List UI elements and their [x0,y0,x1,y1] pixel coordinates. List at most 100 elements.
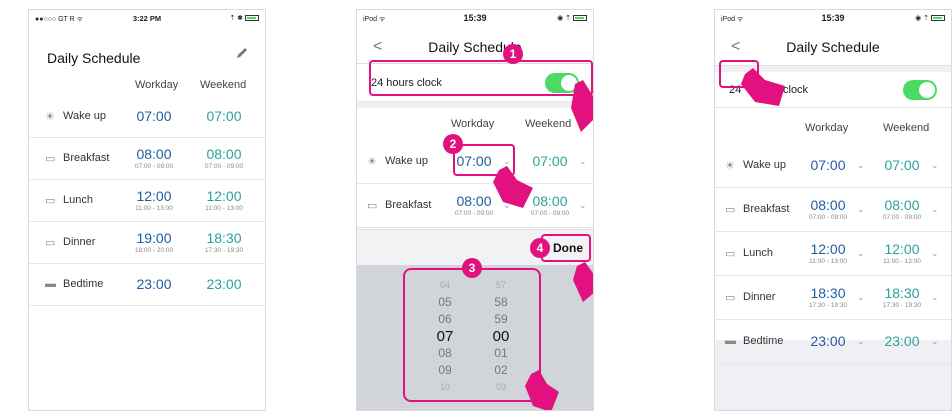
workday-time[interactable]: 07:00 [121,108,187,124]
battery-icon [245,15,259,22]
highlight-toggle-row [369,60,593,96]
workday-time[interactable]: 08:00 07:00 - 09:00 [121,146,187,170]
weekend-time-value: 07:00 [532,153,568,169]
workday-time-value: 12:00 [810,241,846,257]
chevron-down-icon: ⌄ [857,292,865,302]
weekend-time[interactable]: 08:00 07:00 - 09:00 [869,197,935,221]
workday-time[interactable]: 12:00 11:00 - 13:00 [795,241,861,265]
row-label: Breakfast [63,152,110,164]
chevron-down-icon: ⌄ [857,204,865,214]
row-label: Wake up [63,110,107,122]
weekend-time[interactable]: 18:30 17:30 - 19:30 [191,230,257,254]
meal-icon: ▭ [725,248,736,260]
schedule-row: ☀ Wake up 07:00 07:00 [29,96,265,138]
row-label: Lunch [63,194,93,206]
row-label: Bedtime [743,335,784,347]
workday-time-value: 19:00 [136,230,172,246]
row-label: Wake up [385,155,429,167]
phone-screen-3: iPod ᯤ 15:39 ◉ ⇡ < Daily Schedule 24 clo… [714,9,952,411]
meal-icon: ▭ [367,200,378,212]
step-badge-1: 1 [503,44,523,64]
meal-icon: ▭ [45,237,56,249]
workday-time[interactable]: 23:00 [121,276,187,292]
chevron-down-icon: ⌄ [931,160,939,170]
weekend-time[interactable]: 12:00 11:00 - 13:00 [869,241,935,265]
workday-time[interactable]: 18:30 17:30 - 19:30 [795,285,861,309]
workday-time-range: 07:00 - 09:00 [134,163,174,170]
workday-time-range: 07:00 - 09:00 [454,210,494,217]
pencil-icon[interactable] [235,46,249,60]
meal-icon: ☀ [725,160,735,172]
meal-icon: ▭ [45,153,56,165]
weekend-time-value: 18:30 [884,285,920,301]
schedule-row: ▭ Dinner 19:00 18:00 - 20:00 18:30 17:30 - 19… [29,222,265,264]
workday-time-range: 18:00 - 20:00 [134,247,174,254]
weekend-time[interactable]: 12:00 11:00 - 13:00 [191,188,257,212]
workday-time[interactable]: 19:00 18:00 - 20:00 [121,230,187,254]
column-header-workday: Workday [135,79,179,91]
chevron-down-icon: ⌄ [931,204,939,214]
row-label: Dinner [63,236,96,248]
meal-icon: ▬ [725,335,736,347]
row-label: Bedtime [63,278,104,290]
step-badge-4: 4 [530,238,550,258]
phone-screen-2: iPod ᯤ 15:39 ◉ ⇡ < Daily Schedule 24 hou… [356,9,594,411]
weekend-time[interactable]: 23:00 [869,333,935,349]
workday-time[interactable]: 07:00 [795,157,861,173]
workday-time-value: 08:00 [136,146,172,162]
tap-hand-icon [573,262,593,302]
workday-time-range: 07:00 - 09:00 [808,214,848,221]
row-label: Breakfast [385,199,432,211]
meal-icon: ☀ [367,156,377,168]
workday-time[interactable]: 08:00 07:00 - 09:00 [795,197,861,221]
row-label: Dinner [743,291,776,303]
status-right: ⇡ ✱ [229,14,259,22]
weekend-time[interactable]: 07:00 [191,108,257,124]
workday-time-range: 11:00 - 13:00 [135,205,173,212]
workday-time-value: 12:00 [136,188,172,204]
chevron-down-icon: ⌄ [579,200,587,210]
status-bar: iPod ᯤ 15:39 ◉ ⇡ [357,10,593,26]
column-header-weekend: Weekend [200,79,247,91]
workday-time-value: 08:00 [456,193,492,209]
schedule-row: ▭ Breakfast 08:00 07:00 - 09:00 08:00 07:00 -… [29,138,265,180]
workday-time-range: 17:30 - 19:30 [808,302,848,309]
chevron-down-icon: ⌄ [857,248,865,258]
tap-hand-icon [741,68,785,106]
schedule-card: Workday Weekend ☀ Wake up 07:00 ⌄ 07:00 ⌄ ▭ Bre… [715,108,951,364]
weekend-time-value: 08:00 [532,193,568,209]
meal-icon: ▭ [45,195,56,207]
tap-hand-icon [493,166,533,208]
weekend-time[interactable]: 18:30 17:30 - 19:30 [869,285,935,309]
meal-icon: ☀ [45,111,55,123]
meal-icon: ▭ [725,204,736,216]
weekend-time[interactable]: 23:00 [191,276,257,292]
weekend-time-value: 23:00 [206,276,242,292]
schedule-row: ☀ Wake up 07:00 ⌄ 07:00 ⌄ [715,144,951,188]
schedule-row: ▬ Bedtime 23:00 23:00 [29,264,265,306]
weekend-time-range: 17:30 - 19:30 [882,302,922,309]
weekend-time-value: 07:00 [206,108,242,124]
weekend-time-value: 08:00 [884,197,920,213]
weekend-time[interactable]: 08:00 07:00 - 09:00 [191,146,257,170]
meal-icon: ▭ [725,292,736,304]
nav-title: Daily Schedule [786,39,880,55]
workday-time-value: 23:00 [810,333,846,349]
weekend-time[interactable]: 07:00 [869,157,935,173]
meal-icon: ▬ [45,278,56,290]
weekend-time-range: 07:00 - 09:00 [530,210,570,217]
row-label: Lunch [743,247,773,259]
24h-toggle[interactable] [903,80,937,100]
workday-time-value: 08:00 [810,197,846,213]
workday-time[interactable]: 23:00 [795,333,861,349]
tap-hand-icon [571,80,593,132]
status-right: ◉ ⇡ [557,14,587,22]
weekend-time-range: 11:00 - 13:00 [883,258,921,265]
status-right: ◉ ⇡ [915,14,945,22]
chevron-down-icon: ⌄ [579,156,587,166]
battery-icon [931,15,945,22]
step-badge-3: 3 [462,258,482,278]
schedule-row: ▭ Dinner 18:30 17:30 - 19:30 ⌄ 18:30 17:30 - 1… [715,276,951,320]
status-bar: iPod ᯤ 15:39 ◉ ⇡ [715,10,951,26]
workday-time[interactable]: 12:00 11:00 - 13:00 [121,188,187,212]
